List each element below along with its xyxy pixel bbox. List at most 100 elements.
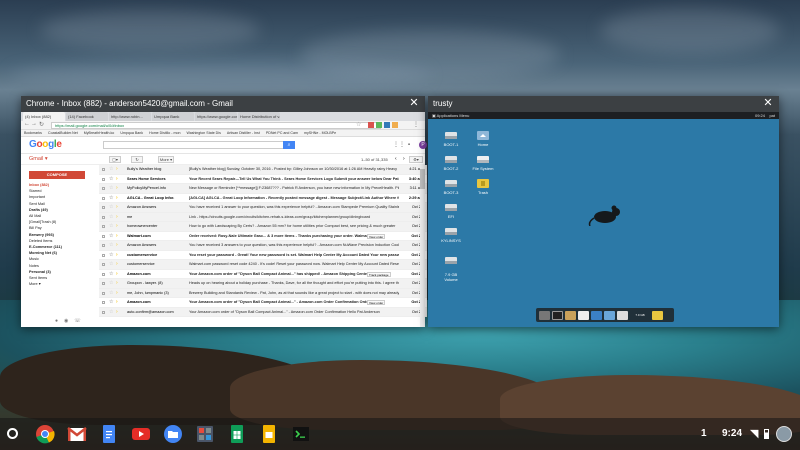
- extension-icon[interactable]: [368, 122, 374, 128]
- gmail-menu[interactable]: Gmail ▾: [29, 155, 48, 164]
- importance-marker-icon[interactable]: ›: [116, 260, 118, 269]
- refresh-button[interactable]: ↻: [131, 156, 143, 163]
- text-editor-icon[interactable]: [578, 310, 589, 320]
- row-checkbox[interactable]: [102, 234, 105, 238]
- file-manager-icon[interactable]: [565, 310, 576, 320]
- star-icon[interactable]: ☆: [109, 298, 113, 307]
- star-icon[interactable]: ☆: [109, 308, 113, 317]
- avatar[interactable]: P: [419, 141, 427, 149]
- importance-marker-icon[interactable]: ›: [116, 203, 118, 212]
- importance-marker-icon[interactable]: ›: [116, 232, 118, 241]
- search-button[interactable]: ⌕: [283, 141, 295, 149]
- extension-icon[interactable]: [376, 122, 382, 128]
- extension-icon[interactable]: [384, 122, 390, 128]
- google-slides-icon[interactable]: [259, 424, 279, 444]
- bookmark-item[interactable]: Artisan Distiller - Inst: [227, 130, 260, 136]
- email-row[interactable]: ☆ › Amazon Answers You have received 1 answ…: [99, 203, 427, 213]
- row-checkbox[interactable]: [102, 291, 105, 295]
- importance-marker-icon[interactable]: ›: [116, 289, 118, 298]
- bookmark-item[interactable]: Washington State Dis: [186, 130, 220, 136]
- address-bar[interactable]: https://mail.google.com/mail/u/0/#inbox: [51, 122, 381, 129]
- star-icon[interactable]: ☆: [109, 260, 113, 269]
- desktop-icon-trash[interactable]: Trash: [470, 178, 496, 195]
- star-icon[interactable]: ☆: [109, 241, 113, 250]
- email-row[interactable]: ☆ › MyPolicyMyPencel.info New Message or Re…: [99, 184, 427, 194]
- folder-icon[interactable]: [652, 310, 663, 320]
- row-checkbox[interactable]: [102, 177, 105, 181]
- back-icon[interactable]: ←: [24, 121, 30, 127]
- importance-marker-icon[interactable]: ›: [116, 175, 118, 184]
- user-avatar[interactable]: [776, 426, 792, 442]
- desktop-icon-boot-3[interactable]: BOOT-3: [438, 178, 464, 195]
- web-browser-icon[interactable]: [591, 310, 602, 320]
- star-icon[interactable]: ☆: [109, 270, 113, 279]
- importance-marker-icon[interactable]: ›: [116, 251, 118, 260]
- contacts-icon[interactable]: ●: [55, 318, 64, 324]
- clock-time[interactable]: 9:24: [722, 425, 742, 443]
- extension-icon[interactable]: [392, 122, 398, 128]
- trusty-close-button[interactable]: ✕: [762, 96, 774, 112]
- compose-button[interactable]: COMPOSE: [29, 171, 85, 179]
- row-checkbox[interactable]: [102, 215, 105, 219]
- row-checkbox[interactable]: [102, 282, 105, 285]
- gmail-icon[interactable]: [67, 424, 87, 444]
- panel-user[interactable]: pat: [769, 112, 775, 119]
- phone-icon[interactable]: ☏: [74, 318, 86, 324]
- browser-tab[interactable]: Home Distribution of v...: [238, 112, 280, 121]
- browser-tab[interactable]: (4) Inbox (882): [23, 112, 65, 121]
- star-icon[interactable]: ☆: [109, 194, 113, 203]
- row-checkbox[interactable]: [102, 253, 105, 257]
- apps-grid-icon[interactable]: ⋮⋮: [393, 141, 405, 149]
- email-row[interactable]: ☆ › Amazon Answers You have received 3 answ…: [99, 241, 427, 251]
- star-icon[interactable]: ☆: [109, 175, 113, 184]
- email-row[interactable]: ☆ › Bully's Weather blog [Bully's Weather b…: [99, 165, 427, 175]
- more-button[interactable]: More ▾: [158, 156, 174, 163]
- bookmark-item[interactable]: Bookmarks: [24, 130, 42, 136]
- browser-tab[interactable]: Umpqua Bank: [152, 112, 194, 121]
- star-icon[interactable]: ☆: [109, 184, 113, 193]
- email-row[interactable]: ☆ › homeownercenter How to go with Landscap…: [99, 222, 427, 232]
- browser-tab[interactable]: https://www.google.com: [195, 112, 237, 121]
- star-icon[interactable]: ☆: [109, 279, 113, 288]
- importance-marker-icon[interactable]: ›: [116, 213, 118, 222]
- desktop-icon-home[interactable]: Home: [470, 130, 496, 147]
- desktop-icon-boot-2[interactable]: BOOT-2: [438, 154, 464, 171]
- bookmark-item[interactable]: CoastalBuilder.Net: [48, 130, 78, 136]
- google-logo[interactable]: Google: [29, 139, 62, 150]
- browser-tab[interactable]: http://www.robin...: [109, 112, 151, 121]
- desktop-icon-boot-1[interactable]: BOOT-1: [438, 130, 464, 147]
- settings-button[interactable]: ⚙▾: [409, 156, 423, 163]
- importance-marker-icon[interactable]: ›: [116, 165, 118, 174]
- google-sheets-icon[interactable]: [227, 424, 247, 444]
- calculator-icon[interactable]: [195, 424, 215, 444]
- forward-icon[interactable]: →: [31, 121, 37, 127]
- row-checkbox[interactable]: [102, 272, 105, 276]
- importance-marker-icon[interactable]: ›: [116, 194, 118, 203]
- notifications-icon[interactable]: ▪: [405, 141, 413, 149]
- notification-count[interactable]: 1: [701, 425, 707, 443]
- importance-marker-icon[interactable]: ›: [116, 298, 118, 307]
- chrome-window-titlebar[interactable]: Chrome - Inbox (882) - anderson5420@gmai…: [21, 96, 425, 112]
- row-checkbox[interactable]: [102, 301, 105, 304]
- scrollbar[interactable]: [420, 165, 425, 327]
- email-row[interactable]: ☆ › Walmart.com Order received: Rosy-Nale U…: [99, 231, 427, 241]
- trusty-window-titlebar[interactable]: trusty: [428, 96, 779, 112]
- browser-tab[interactable]: (14) Facebook: [66, 112, 108, 121]
- google-docs-icon[interactable]: [99, 424, 119, 444]
- email-row[interactable]: ☆ › AGLCA - Great Loop Infor. [AGLCA] AGLCA…: [99, 193, 427, 203]
- trusty-window[interactable]: trusty ✕ ▣ Applications Menu 09:24 pat B…: [428, 96, 779, 327]
- row-checkbox[interactable]: [102, 244, 105, 247]
- star-icon[interactable]: ☆: [109, 232, 113, 241]
- star-icon[interactable]: ☆: [109, 203, 113, 212]
- star-icon[interactable]: ☆: [109, 222, 113, 231]
- email-row[interactable]: ☆ › me Link - https://circuits.google.com/c…: [99, 212, 427, 222]
- youtube-icon[interactable]: [131, 424, 151, 444]
- email-action-chip[interactable]: View order: [367, 233, 386, 239]
- bookmark-item[interactable]: Home Distillo - mon: [149, 130, 180, 136]
- bookmark-item[interactable]: Umpqua Bank: [120, 130, 143, 136]
- reload-icon[interactable]: ↻: [39, 121, 44, 128]
- row-checkbox[interactable]: [102, 187, 105, 190]
- bookmark-item[interactable]: PDNet PC and Cam: [266, 130, 298, 136]
- email-row[interactable]: ☆ › me, John, lumpmanic (3) Brewery Buildin…: [99, 288, 427, 298]
- crosh-terminal-icon[interactable]: [291, 424, 311, 444]
